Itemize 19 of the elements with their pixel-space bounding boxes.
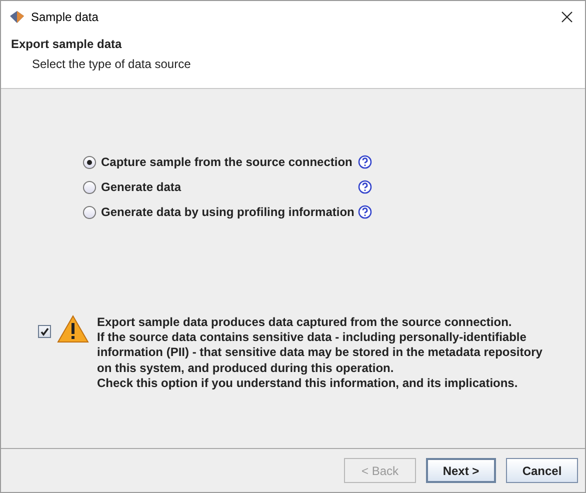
header-subtitle: Select the type of data source [32, 57, 192, 71]
header-title: Export sample data [11, 37, 123, 51]
checkbox[interactable] [38, 325, 51, 338]
wizard-button[interactable]: Next > [426, 458, 496, 483]
app-logo-icon [9, 10, 25, 24]
radio-option[interactable]: Generate data [83, 180, 358, 194]
radio-button[interactable] [83, 206, 96, 218]
help-icon[interactable] [358, 155, 372, 169]
radio-option[interactable]: Capture sample from the source connection [83, 155, 358, 169]
close-icon[interactable] [561, 11, 573, 23]
help-icon[interactable] [358, 205, 372, 219]
warning-message: Export sample data produces data captured from the source connection. If the source data contains sensitive data - including personally-identifiable information (PII) - that sensitive data may be stored in the metadata repository on this system, and produced during this operation. Check this option if you understand this information, and its implications. [97, 315, 542, 392]
warning-icon [57, 315, 89, 343]
radio-button[interactable] [83, 180, 96, 194]
help-icon[interactable] [358, 180, 372, 194]
radio-button[interactable] [83, 156, 96, 168]
wizard-button[interactable]: Cancel [506, 458, 578, 483]
radio-option[interactable]: Generate data by using profiling information [83, 205, 358, 219]
window-title: Sample data [31, 10, 100, 24]
